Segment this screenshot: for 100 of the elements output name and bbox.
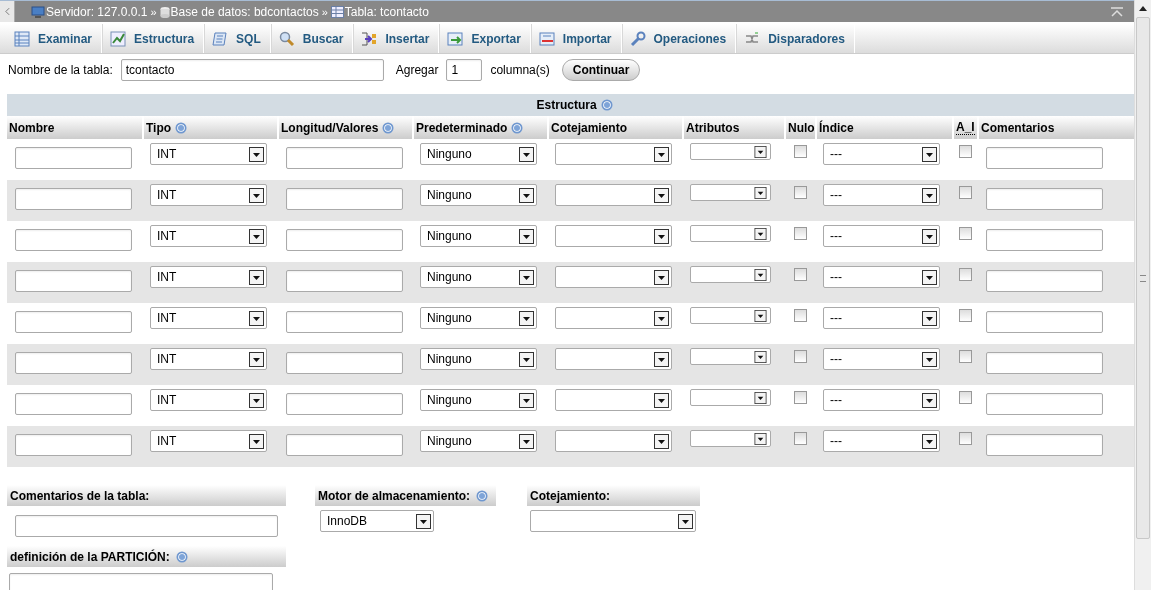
- name-field[interactable]: [15, 352, 132, 374]
- tab[interactable]: Importar: [530, 24, 622, 53]
- dropdown[interactable]: [555, 389, 672, 411]
- checkbox[interactable]: [959, 350, 972, 363]
- continue-button[interactable]: Continuar: [561, 59, 641, 81]
- dropdown[interactable]: Ninguno: [420, 184, 537, 206]
- breadcrumb-link[interactable]: Tabla: tcontacto: [330, 4, 429, 19]
- dropdown[interactable]: ---: [823, 143, 940, 165]
- name-field[interactable]: [15, 393, 132, 415]
- length-field[interactable]: [286, 270, 403, 292]
- checkbox[interactable]: [794, 268, 807, 281]
- checkbox[interactable]: [794, 432, 807, 445]
- dropdown[interactable]: [690, 430, 771, 447]
- comment-field[interactable]: [986, 188, 1103, 210]
- dropdown[interactable]: INT: [150, 184, 267, 206]
- dropdown[interactable]: Ninguno: [420, 430, 537, 452]
- length-field[interactable]: [286, 434, 403, 456]
- dropdown[interactable]: [690, 266, 771, 283]
- dropdown[interactable]: Ninguno: [420, 225, 537, 247]
- dropdown[interactable]: [555, 348, 672, 370]
- dropdown[interactable]: INT: [150, 307, 267, 329]
- checkbox[interactable]: [959, 268, 972, 281]
- name-field[interactable]: [15, 147, 132, 169]
- dropdown[interactable]: Ninguno: [420, 266, 537, 288]
- checkbox[interactable]: [794, 227, 807, 240]
- checkbox[interactable]: [959, 227, 972, 240]
- dropdown[interactable]: [690, 348, 771, 365]
- length-field[interactable]: [286, 311, 403, 333]
- dropdown[interactable]: Ninguno: [420, 389, 537, 411]
- checkbox[interactable]: [794, 309, 807, 322]
- comment-field[interactable]: [986, 393, 1103, 415]
- tab[interactable]: Estructura: [102, 24, 205, 53]
- checkbox[interactable]: [959, 186, 972, 199]
- partition-field[interactable]: [9, 573, 273, 590]
- column-count-field[interactable]: 1: [446, 59, 483, 81]
- dropdown[interactable]: [555, 307, 672, 329]
- dropdown[interactable]: [555, 266, 672, 288]
- name-field[interactable]: [15, 188, 132, 210]
- dropdown[interactable]: ---: [823, 389, 940, 411]
- scrollbar[interactable]: [1134, 0, 1151, 590]
- length-field[interactable]: [286, 352, 403, 374]
- name-field[interactable]: [15, 270, 132, 292]
- checkbox[interactable]: [794, 186, 807, 199]
- length-field[interactable]: [286, 393, 403, 415]
- checkbox[interactable]: [959, 309, 972, 322]
- dropdown[interactable]: Ninguno: [420, 307, 537, 329]
- checkbox[interactable]: [959, 145, 972, 158]
- checkbox[interactable]: [959, 391, 972, 404]
- dropdown[interactable]: [690, 225, 771, 242]
- checkbox[interactable]: [794, 391, 807, 404]
- comment-field[interactable]: [986, 352, 1103, 374]
- scroll-top-icon[interactable]: [1110, 6, 1124, 17]
- dropdown[interactable]: ---: [823, 307, 940, 329]
- dropdown[interactable]: INT: [150, 266, 267, 288]
- dropdown[interactable]: InnoDB: [320, 510, 434, 532]
- tab[interactable]: Operaciones: [621, 24, 737, 53]
- dropdown[interactable]: [555, 430, 672, 452]
- length-field[interactable]: [286, 188, 403, 210]
- table-comments-field[interactable]: [15, 515, 278, 537]
- dropdown[interactable]: ---: [823, 266, 940, 288]
- dropdown[interactable]: INT: [150, 430, 267, 452]
- tab[interactable]: Disparadores: [736, 24, 855, 53]
- dropdown[interactable]: ---: [823, 430, 940, 452]
- dropdown[interactable]: [555, 143, 672, 165]
- comment-field[interactable]: [986, 434, 1103, 456]
- comment-field[interactable]: [986, 229, 1103, 251]
- checkbox[interactable]: [959, 432, 972, 445]
- dropdown[interactable]: ---: [823, 348, 940, 370]
- comment-field[interactable]: [986, 270, 1103, 292]
- checkbox[interactable]: [794, 145, 807, 158]
- dropdown[interactable]: [690, 184, 771, 201]
- tab[interactable]: Insertar: [353, 24, 440, 53]
- name-field[interactable]: [15, 311, 132, 333]
- dropdown[interactable]: Ninguno: [420, 348, 537, 370]
- collapse-tab[interactable]: [0, 1, 15, 22]
- dropdown[interactable]: [690, 307, 771, 324]
- dropdown[interactable]: [555, 184, 672, 206]
- length-field[interactable]: [286, 229, 403, 251]
- tab[interactable]: Exportar: [439, 24, 531, 53]
- comment-field[interactable]: [986, 311, 1103, 333]
- breadcrumb-link[interactable]: Servidor: 127.0.0.1: [31, 4, 148, 19]
- dropdown[interactable]: Ninguno: [420, 143, 537, 165]
- breadcrumb-link[interactable]: Base de datos: bdcontactos: [159, 4, 319, 19]
- dropdown[interactable]: [555, 225, 672, 247]
- name-field[interactable]: [15, 434, 132, 456]
- dropdown[interactable]: INT: [150, 389, 267, 411]
- dropdown[interactable]: [690, 389, 771, 406]
- dropdown[interactable]: INT: [150, 225, 267, 247]
- tab[interactable]: SQL: [204, 24, 271, 53]
- dropdown[interactable]: [690, 143, 771, 160]
- dropdown[interactable]: INT: [150, 143, 267, 165]
- table-name-field[interactable]: tcontacto: [120, 59, 384, 81]
- tab[interactable]: Examinar: [0, 24, 103, 53]
- scroll-up-icon[interactable]: [1139, 6, 1147, 11]
- name-field[interactable]: [15, 229, 132, 251]
- dropdown[interactable]: ---: [823, 184, 940, 206]
- dropdown[interactable]: ---: [823, 225, 940, 247]
- checkbox[interactable]: [794, 350, 807, 363]
- comment-field[interactable]: [986, 147, 1103, 169]
- length-field[interactable]: [286, 147, 403, 169]
